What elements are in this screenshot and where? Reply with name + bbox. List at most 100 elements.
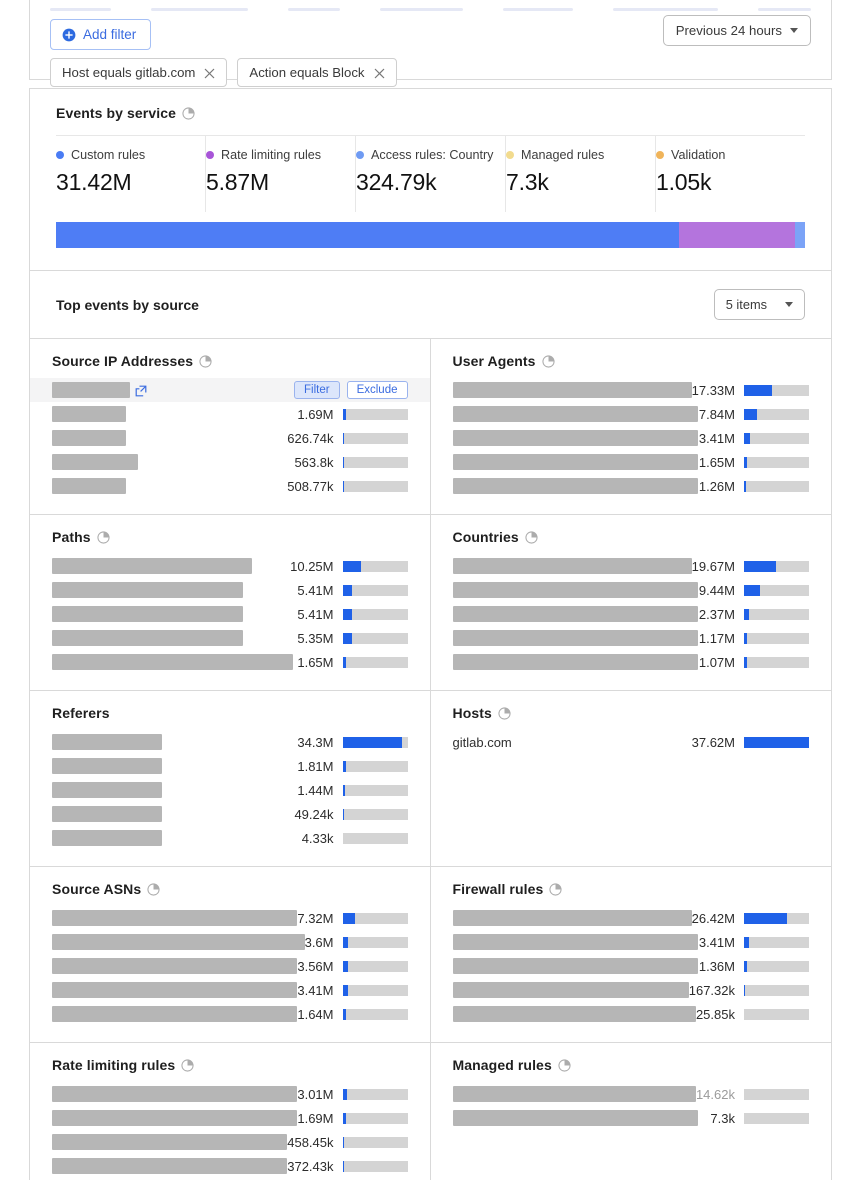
- list-item[interactable]: 3.6M: [30, 930, 430, 954]
- list-item[interactable]: gitlab.com 37.62M: [431, 730, 832, 754]
- service-metrics-row: Custom rules 31.42M Rate limiting rules 5.8…: [56, 135, 805, 212]
- security-analytics-page: Add filter Host equals gitlab.com Action…: [0, 0, 861, 1180]
- list-item[interactable]: 372.43k: [30, 1154, 430, 1178]
- redacted-label: [52, 430, 126, 446]
- list-item[interactable]: 26.42M: [431, 906, 832, 930]
- time-range-selector[interactable]: Previous 24 hours: [662, 15, 811, 46]
- list-item[interactable]: 9.44M: [431, 578, 832, 602]
- pie-chart-icon[interactable]: [541, 354, 555, 368]
- list-item[interactable]: 7.84M: [431, 402, 832, 426]
- list-item[interactable]: 1.44M: [30, 778, 430, 802]
- service-metric[interactable]: Managed rules 7.3k: [506, 136, 656, 212]
- list-item[interactable]: 10.25M: [30, 554, 430, 578]
- item-label-cell: [452, 558, 692, 574]
- list-item[interactable]: 458.45k: [30, 1130, 430, 1154]
- list-item[interactable]: 1.81M: [30, 754, 430, 778]
- panel-rate-limiting-rules: Rate limiting rules 3.01M 1.69M 458.45k 372.…: [30, 1043, 431, 1180]
- item-bar-fill: [744, 432, 750, 444]
- add-filter-button[interactable]: Add filter: [50, 19, 152, 50]
- list-item[interactable]: 34.3M: [30, 730, 430, 754]
- service-metric-value: 5.87M: [206, 169, 269, 195]
- service-metric-label: Access rules: Country: [371, 148, 494, 162]
- clipped-row-above: [50, 6, 811, 12]
- pie-chart-icon[interactable]: [498, 706, 511, 720]
- list-item[interactable]: 7.32M: [30, 906, 430, 930]
- list-item[interactable]: 626.74k: [30, 426, 430, 450]
- item-bar-track: [342, 1160, 408, 1172]
- list-item[interactable]: 3.56M: [30, 954, 430, 978]
- filter-chip-host[interactable]: Host equals gitlab.com: [50, 58, 228, 87]
- item-bar-fill: [342, 408, 347, 420]
- list-item[interactable]: 4.33k: [30, 826, 430, 850]
- list-item[interactable]: 25.85k: [431, 1002, 832, 1026]
- list-item[interactable]: 3.01M: [30, 1082, 430, 1106]
- list-item[interactable]: 1.65M: [431, 450, 832, 474]
- list-item[interactable]: 19.67M: [431, 554, 832, 578]
- list-item[interactable]: 17.33M: [431, 378, 832, 402]
- service-metric-value: 7.3k: [506, 169, 549, 195]
- list-item[interactable]: 1.69M: [30, 1106, 430, 1130]
- item-value: 7.3k: [710, 1110, 735, 1126]
- list-item[interactable]: 3.41M: [30, 978, 430, 1002]
- service-metric[interactable]: Validation 1.05k: [656, 136, 805, 212]
- list-item[interactable]: 2.37M: [431, 602, 832, 626]
- list-item[interactable]: 508.77k: [30, 474, 430, 498]
- item-label-cell: [452, 1006, 696, 1022]
- service-metric[interactable]: Rate limiting rules 5.87M: [206, 136, 356, 212]
- list-item[interactable]: 1.69M: [30, 402, 430, 426]
- list-item[interactable]: 1.17M: [431, 626, 832, 650]
- list-item[interactable]: 49.24k: [30, 802, 430, 826]
- items-count-select[interactable]: 5 items: [713, 289, 805, 320]
- list-item[interactable]: 1.07M: [431, 650, 832, 674]
- empty-row: [431, 778, 832, 802]
- external-link-icon[interactable]: [135, 384, 147, 397]
- redacted-label: [52, 958, 298, 974]
- list-item[interactable]: 7.3k: [431, 1106, 832, 1130]
- item-bar-track: [342, 912, 408, 924]
- close-icon[interactable]: [204, 67, 215, 79]
- list-item[interactable]: 5.35M: [30, 626, 430, 650]
- stacked-bar-segment[interactable]: [679, 222, 796, 248]
- filter-button[interactable]: Filter: [294, 381, 340, 399]
- item-bar-fill: [744, 456, 747, 468]
- pie-chart-icon[interactable]: [549, 882, 562, 896]
- item-bar-fill: [342, 1136, 345, 1148]
- item-value: 1.44M: [297, 782, 334, 798]
- list-item[interactable]: 1.36M: [431, 954, 832, 978]
- stacked-bar-segment[interactable]: [56, 222, 680, 248]
- item-value: 49.24k: [294, 806, 334, 822]
- pie-chart-icon[interactable]: [182, 106, 195, 120]
- pie-chart-icon[interactable]: [97, 530, 110, 544]
- list-item[interactable]: 14.62k: [431, 1082, 832, 1106]
- list-item[interactable]: 5.41M: [30, 602, 430, 626]
- pie-chart-icon[interactable]: [181, 1058, 194, 1072]
- service-metric[interactable]: Custom rules 31.42M: [56, 136, 206, 212]
- panel-header: Firewall rules: [453, 881, 810, 897]
- list-item[interactable]: 1.26M: [431, 474, 832, 498]
- redacted-label: [452, 478, 698, 494]
- list-item[interactable]: 3.41M: [431, 930, 832, 954]
- list-item[interactable]: 1.64M: [30, 1002, 430, 1026]
- list-item[interactable]: 5.41M: [30, 578, 430, 602]
- service-metric-label-row: Rate limiting rules: [206, 148, 355, 162]
- list-item[interactable]: 563.8k: [30, 450, 430, 474]
- close-icon[interactable]: [374, 67, 385, 79]
- stacked-bar-segment[interactable]: [795, 222, 805, 248]
- list-item[interactable]: 3.41M: [431, 426, 832, 450]
- list-item[interactable]: 1.65M: [30, 650, 430, 674]
- service-stacked-bar[interactable]: [56, 222, 805, 248]
- empty-row: [431, 1154, 832, 1178]
- item-bar-track: [342, 560, 408, 572]
- pie-chart-icon[interactable]: [525, 530, 538, 544]
- exclude-button[interactable]: Exclude: [346, 381, 408, 399]
- pie-chart-icon[interactable]: [199, 354, 212, 368]
- list-item[interactable]: 167.32k: [431, 978, 832, 1002]
- item-bar-fill: [744, 408, 757, 420]
- item-value: 14.62k: [695, 1086, 735, 1102]
- filter-chip-action[interactable]: Action equals Block: [237, 58, 397, 87]
- pie-chart-icon[interactable]: [558, 1058, 571, 1072]
- list-item[interactable]: Filter Exclude: [30, 378, 430, 402]
- pie-chart-icon[interactable]: [147, 882, 160, 896]
- redacted-label: [52, 382, 130, 398]
- service-metric[interactable]: Access rules: Country 324.79k: [356, 136, 506, 212]
